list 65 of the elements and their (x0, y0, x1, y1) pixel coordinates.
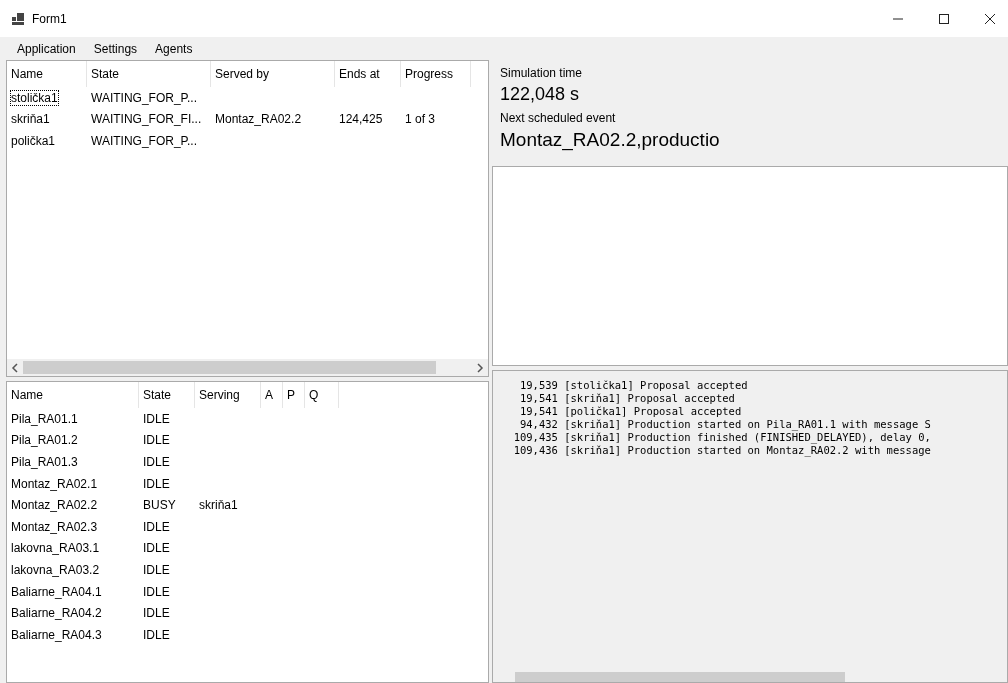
table-cell: IDLE (143, 606, 170, 621)
table-cell: IDLE (143, 411, 170, 426)
table-cell[interactable]: skriňa1 (11, 112, 50, 127)
log-line: 109,436 [skriňa1] Production started on Montaz_RA02.2 with message (512, 444, 932, 457)
table-cell: skriňa1 (199, 498, 238, 513)
table-cell: 1 of 3 (405, 112, 436, 127)
table-cell: lakovna_RA03.1 (11, 541, 100, 556)
column-header[interactable]: P (283, 382, 305, 408)
table-cell: IDLE (143, 476, 170, 491)
table-cell: 124,425 (339, 112, 383, 127)
table-cell: IDLE (143, 584, 170, 599)
menu-item[interactable]: Application (8, 41, 85, 56)
table-cell: Montaz_RA02.1 (11, 476, 98, 491)
table-cell: Pila_RA01.3 (11, 455, 78, 469)
column-header[interactable]: Progress (401, 61, 471, 87)
column-header[interactable]: Name (7, 61, 87, 87)
table-cell[interactable]: polička1 (11, 134, 56, 148)
column-header[interactable]: Q (305, 382, 339, 408)
table-cell: Montaz_RA02.2 (215, 112, 302, 127)
log-line: 19,541 [skriňa1] Proposal accepted (518, 392, 736, 405)
table-cell: WAITING_FOR_P... (91, 134, 198, 148)
column-header[interactable]: Serving (195, 382, 261, 408)
app-icon (12, 12, 24, 25)
menu-item[interactable]: Agents (146, 41, 202, 56)
table-cell: WAITING_FOR_FI... (91, 112, 202, 127)
close-icon[interactable] (984, 12, 996, 25)
table-cell: IDLE (143, 455, 170, 469)
table-cell: IDLE (143, 627, 170, 642)
table-cell: Baliarne_RA04.2 (11, 606, 102, 621)
column-header[interactable]: A (261, 382, 283, 408)
maximize-icon[interactable] (938, 12, 950, 25)
simulation-time: 122,048 s (500, 84, 581, 105)
table-cell: IDLE (143, 562, 170, 577)
table-cell: lakovna_RA03.2 (11, 562, 100, 577)
table-cell[interactable]: stolička1 (11, 90, 58, 105)
column-header[interactable]: Served by (211, 61, 335, 87)
table-cell: IDLE (143, 519, 170, 534)
log-line: 94,432 [skriňa1] Production started on Pila_RA01.1 with message S (518, 418, 932, 431)
scroll-thumb[interactable] (23, 361, 437, 374)
table-cell: Baliarne_RA04.3 (11, 627, 102, 642)
table-cell: Baliarne_RA04.1 (11, 584, 102, 599)
horizontal-scrollbar[interactable] (7, 359, 488, 376)
column-header[interactable]: State (139, 382, 195, 408)
scroll-right-icon[interactable] (476, 362, 484, 373)
log-line: 19,541 [polička1] Proposal accepted (518, 405, 743, 418)
table-cell: Pila_RA01.1 (11, 411, 78, 426)
scroll-thumb[interactable] (515, 672, 845, 682)
column-header[interactable]: State (87, 61, 211, 87)
table-cell: Pila_RA01.2 (11, 433, 78, 448)
column-header[interactable]: Ends at (335, 61, 401, 87)
log-line: 19,539 [stolička1] Proposal accepted (518, 379, 749, 392)
table-cell: IDLE (143, 541, 170, 556)
table-cell: Montaz_RA02.2 (11, 498, 98, 513)
scroll-left-icon[interactable] (11, 362, 19, 373)
simulation-time-label: Simulation time (500, 66, 584, 80)
next-event-label: Next scheduled event (500, 111, 617, 125)
log-line: 109,435 [skriňa1] Production finished (FINISHED_DELAYED), delay 0, (512, 431, 932, 444)
table-cell: Montaz_RA02.3 (11, 519, 98, 534)
table-cell: IDLE (143, 433, 170, 448)
table-cell: WAITING_FOR_P... (91, 90, 198, 105)
table-cell: BUSY (143, 498, 176, 513)
menu-item[interactable]: Settings (84, 41, 147, 56)
column-header[interactable]: Name (7, 382, 139, 408)
window-title: Form1 (32, 11, 67, 26)
next-event: Montaz_RA02.2,productio (500, 129, 721, 151)
